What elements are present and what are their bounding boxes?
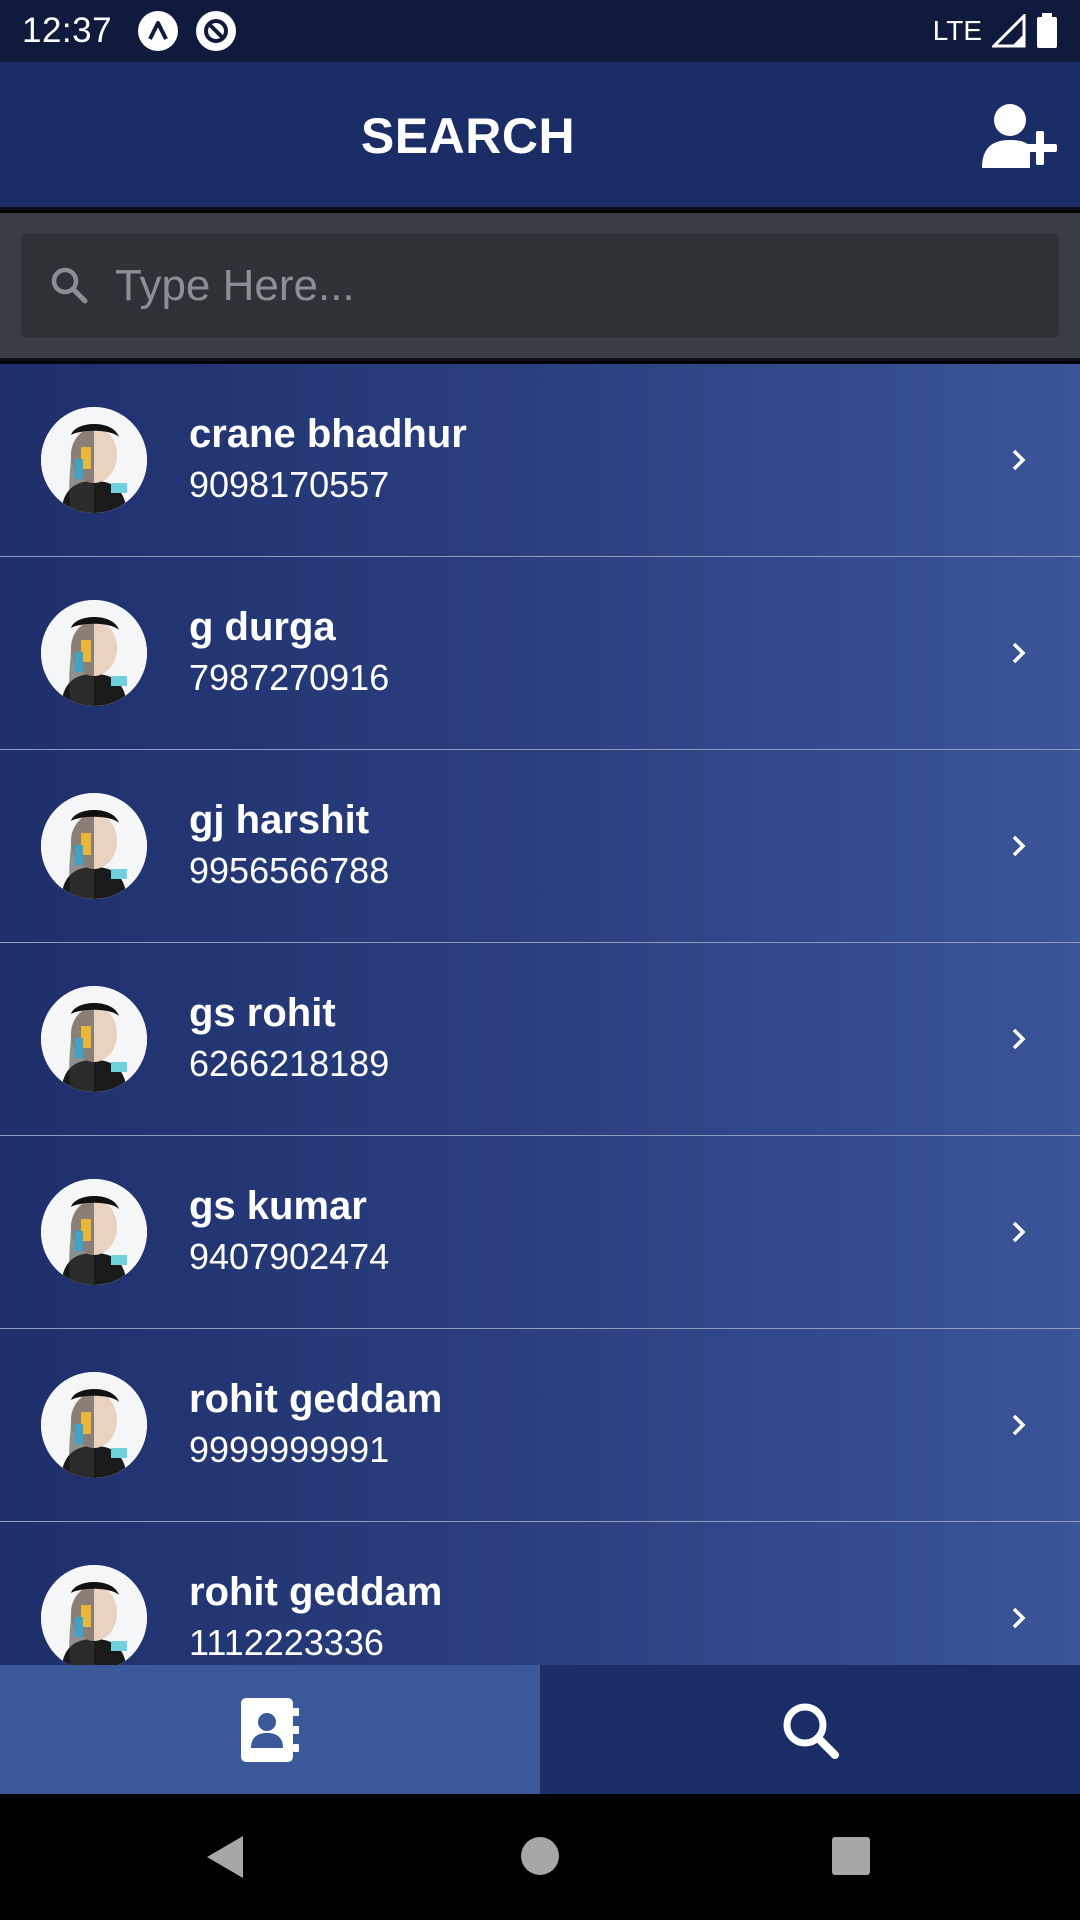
page-title: SEARCH (360, 108, 576, 164)
list-item[interactable]: rohit geddam 9999999991 (0, 1329, 1080, 1522)
search-input[interactable] (115, 261, 1015, 311)
contact-name: gs kumar (189, 1184, 367, 1228)
search-box[interactable] (21, 234, 1059, 338)
chevron-right-icon (1012, 1607, 1026, 1629)
home-icon[interactable] (520, 1836, 560, 1876)
contact-info: g durga 7987270916 (189, 603, 389, 703)
contact-info: crane bhadhur 9098170557 (189, 410, 467, 510)
back-icon[interactable] (205, 1834, 245, 1880)
notification-icons (138, 11, 237, 51)
contact-info: gj harshit 9956566788 (189, 796, 389, 896)
bottom-navigation (0, 1665, 1080, 1794)
list-item[interactable]: rohit geddam 1112223336 (0, 1522, 1080, 1665)
chevron-right-icon (1012, 1221, 1026, 1243)
contact-info: rohit geddam 1112223336 (189, 1568, 442, 1665)
tab-contacts[interactable] (0, 1665, 540, 1794)
network-type: LTE (932, 15, 982, 46)
contact-info: gs kumar 9407902474 (189, 1182, 389, 1282)
avatar (41, 1565, 147, 1665)
chevron-right-icon (1012, 449, 1026, 471)
system-status: LTE (933, 13, 1058, 49)
add-user-icon (982, 104, 1057, 168)
blocked-notification-icon (196, 11, 237, 51)
list-item[interactable]: gs kumar 9407902474 (0, 1136, 1080, 1329)
app-bar: SEARCH (0, 62, 1080, 210)
contact-name: g durga (189, 605, 336, 649)
search-bar (0, 213, 1080, 361)
contacts-book-icon (241, 1697, 299, 1762)
chevron-right-icon (1012, 1414, 1026, 1436)
search-icon (783, 1703, 839, 1759)
avatar (41, 793, 147, 899)
contact-phone: 1112223336 (189, 1622, 384, 1663)
contact-name: rohit geddam (189, 1377, 443, 1421)
avatar (41, 600, 147, 706)
contact-name: gs rohit (189, 991, 336, 1035)
avatar (41, 407, 147, 513)
system-navigation-bar (0, 1794, 1080, 1920)
contact-phone: 9098170557 (189, 464, 390, 505)
contact-name: crane bhadhur (189, 412, 467, 456)
signal-icon (992, 14, 1026, 48)
contact-phone: 9956566788 (189, 850, 390, 891)
chevron-right-icon (1012, 1028, 1026, 1050)
chevron-right-icon (1012, 642, 1026, 664)
avatar (41, 1179, 147, 1285)
add-contact-button[interactable] (980, 102, 1060, 172)
list-item[interactable]: gs rohit 6266218189 (0, 943, 1080, 1136)
contact-info: rohit geddam 9999999991 (189, 1375, 442, 1475)
list-item[interactable]: g durga 7987270916 (0, 557, 1080, 750)
status-bar: 12:37 LTE (0, 0, 1080, 62)
contact-info: gs rohit 6266218189 (189, 989, 389, 1089)
contact-name: rohit geddam (189, 1570, 443, 1614)
battery-icon (1037, 13, 1057, 48)
search-icon (51, 267, 88, 304)
avatar (41, 986, 147, 1092)
app-notification-icon (138, 11, 179, 51)
avatar (41, 1372, 147, 1478)
list-item[interactable]: crane bhadhur 9098170557 (0, 364, 1080, 557)
status-time: 12:37 (22, 11, 113, 50)
contact-name: gj harshit (189, 798, 370, 842)
contact-phone: 9999999991 (189, 1429, 390, 1470)
tab-search[interactable] (540, 1665, 1080, 1794)
contact-phone: 9407902474 (189, 1236, 390, 1277)
chevron-right-icon (1012, 835, 1026, 857)
contact-phone: 7987270916 (189, 657, 390, 698)
recents-icon[interactable] (831, 1836, 871, 1876)
contact-phone: 6266218189 (189, 1043, 390, 1084)
contact-list[interactable]: crane bhadhur 9098170557 g durga 7987270… (0, 364, 1080, 1665)
list-item[interactable]: gj harshit 9956566788 (0, 750, 1080, 943)
